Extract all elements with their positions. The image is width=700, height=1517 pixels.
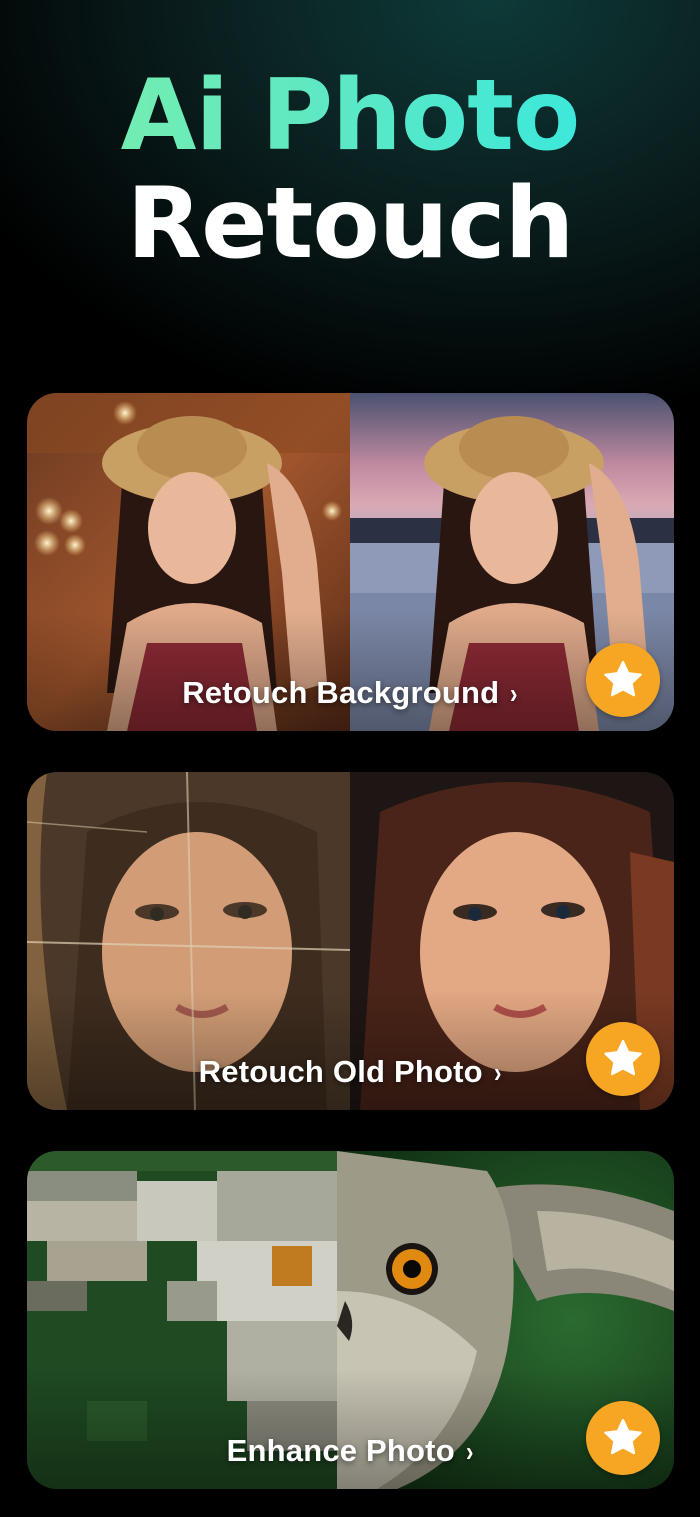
premium-star-badge[interactable] (586, 643, 660, 717)
hero-title: Ai Photo Retouch (0, 60, 700, 280)
retouch-background-label[interactable]: Retouch Background › (27, 675, 674, 711)
star-icon (604, 660, 642, 697)
card-label-text: Retouch Background (182, 675, 500, 710)
enhance-photo-card[interactable]: Enhance Photo › (27, 1151, 674, 1489)
card-shade (27, 1369, 674, 1489)
star-icon (604, 1039, 642, 1076)
card-label-text: Enhance Photo (226, 1433, 455, 1468)
premium-star-badge[interactable] (586, 1022, 660, 1096)
chevron-right-icon: › (510, 678, 518, 709)
card-shade (27, 611, 674, 731)
title-line-2: Retouch (126, 167, 575, 281)
retouch-old-photo-card[interactable]: Retouch Old Photo › (27, 772, 674, 1110)
chevron-right-icon: › (493, 1057, 502, 1088)
title-line-1: Ai Photo (0, 60, 700, 172)
star-icon (604, 1418, 642, 1455)
premium-star-badge[interactable] (586, 1401, 660, 1475)
chevron-right-icon: › (465, 1436, 474, 1467)
card-shade (27, 990, 674, 1110)
retouch-old-photo-label[interactable]: Retouch Old Photo › (27, 1054, 674, 1090)
retouch-background-card[interactable]: Retouch Background › (27, 393, 674, 731)
card-label-text: Retouch Old Photo (198, 1054, 483, 1089)
enhance-photo-label[interactable]: Enhance Photo › (27, 1433, 674, 1469)
